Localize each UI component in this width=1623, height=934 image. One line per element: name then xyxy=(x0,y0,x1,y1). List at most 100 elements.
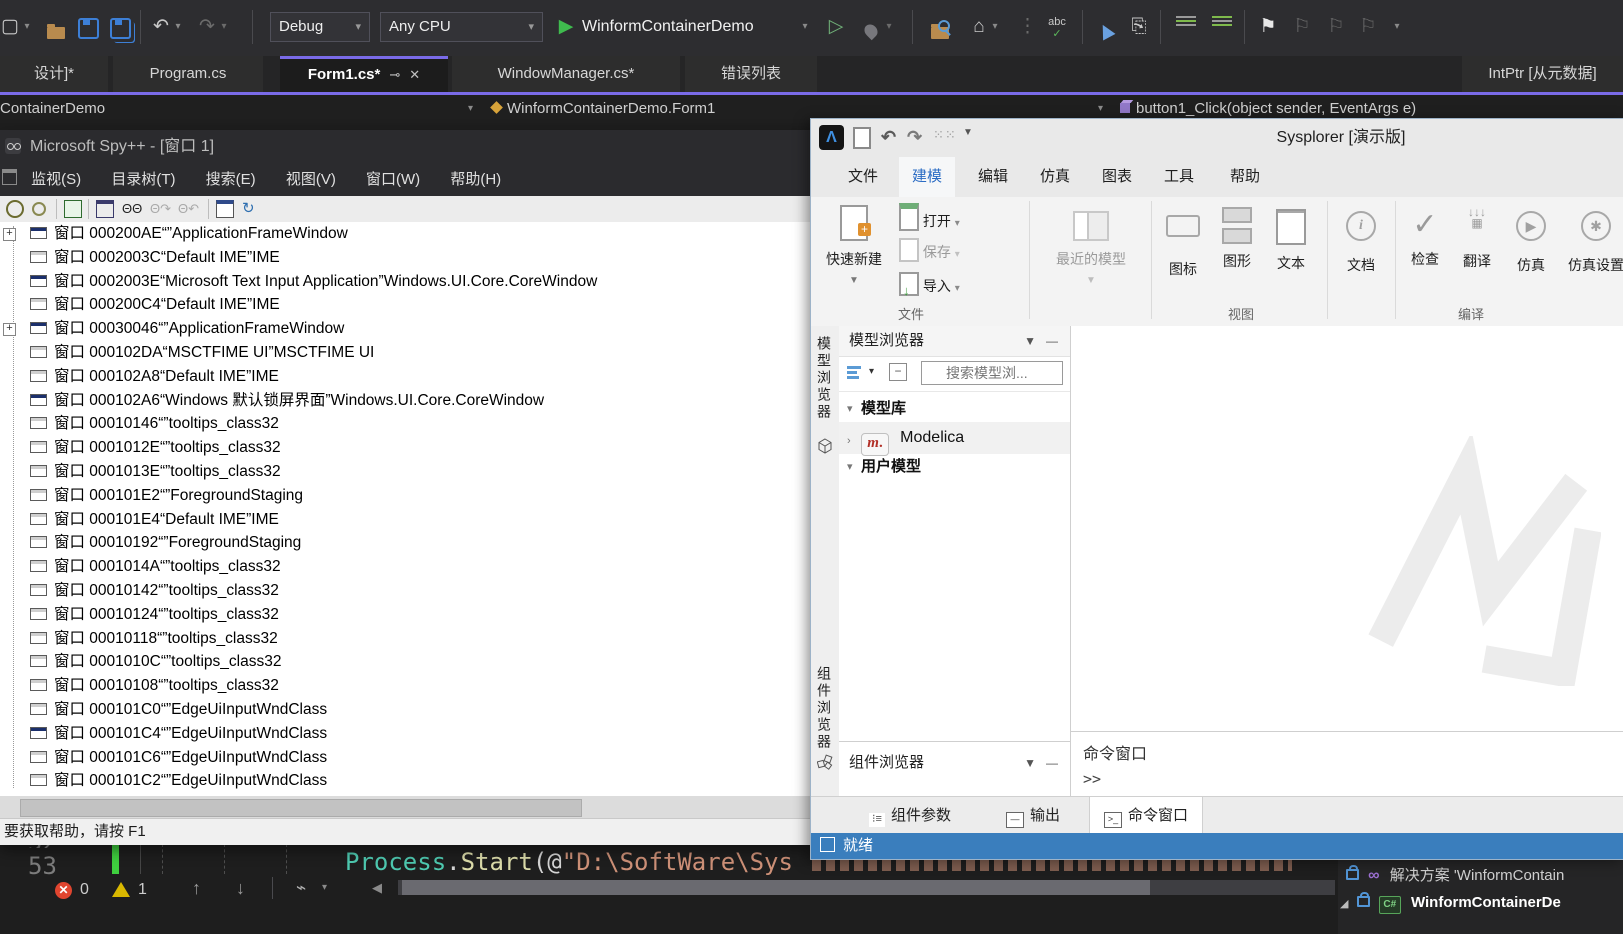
tree-row[interactable]: 窗口 000102A6“Windows 默认锁屏界面”Windows.UI.Co… xyxy=(0,389,810,413)
spy-hscroll-thumb[interactable] xyxy=(20,799,582,817)
tree-row[interactable]: 窗口 0001010C“”tooltips_class32 xyxy=(0,650,810,674)
run-target-dropdown-icon[interactable]: ▾ xyxy=(800,14,810,40)
prev-error-icon[interactable]: ↑ xyxy=(192,878,201,899)
bookmarks-dropdown-icon[interactable]: ▾ xyxy=(1392,14,1402,40)
command-window-panel[interactable]: 命令窗口 >> xyxy=(1071,731,1623,796)
tab-windowmanager-cs[interactable]: WindowManager.cs* xyxy=(452,56,680,92)
breadcrumb-project-dropdown-icon[interactable]: ▾ xyxy=(468,99,473,119)
tree-row[interactable]: 窗口 000101C6“”EdgeUiInputWndClass xyxy=(0,746,810,770)
tab-designer[interactable]: 设计]* xyxy=(0,56,108,92)
menu-tree[interactable]: 目录树(T) xyxy=(111,171,175,188)
toggle-bookmark-icon[interactable]: ⚑ xyxy=(1258,14,1278,40)
next-error-icon[interactable]: ↓ xyxy=(236,878,245,899)
documentation-button[interactable]: i 文档 xyxy=(1335,201,1387,275)
new-model-icon[interactable] xyxy=(853,127,871,154)
tab-component-parameters[interactable]: ⁝≡组件参数 xyxy=(869,797,951,834)
collapse-all-icon[interactable]: − xyxy=(889,363,907,381)
menu-monitor[interactable]: 监视(S) xyxy=(31,171,81,188)
tree-row[interactable]: 窗口 000101E2“”ForegroundStaging xyxy=(0,484,810,508)
panel-dropdown-icon[interactable]: ▼ xyxy=(1024,748,1036,778)
tree-row[interactable]: 窗口 00010146“”tooltips_class32 xyxy=(0,412,810,436)
hot-reload-icon[interactable] xyxy=(862,14,880,40)
tree-layout-dropdown-icon[interactable]: ▾ xyxy=(869,366,874,377)
clear-bookmarks-icon[interactable]: ⚐ xyxy=(1358,14,1378,40)
simulate-button[interactable]: ▶ 仿真 xyxy=(1507,201,1555,275)
tab-program-cs[interactable]: Program.cs xyxy=(113,56,263,92)
selection-pointer-icon[interactable] xyxy=(1094,14,1118,40)
tab-error-list[interactable]: 错误列表 xyxy=(685,56,817,92)
qat-dropdown-icon[interactable]: ▼ xyxy=(963,127,973,138)
menu-search[interactable]: 搜索(E) xyxy=(206,171,256,188)
redo-icon[interactable]: ↷ xyxy=(196,14,218,40)
cleanup-dropdown-icon[interactable]: ▾ xyxy=(322,882,327,893)
command-prompt[interactable]: >> xyxy=(1071,764,1623,788)
tree-row[interactable]: 窗口 0001014A“”tooltips_class32 xyxy=(0,555,810,579)
tab-tools[interactable]: 工具 xyxy=(1155,157,1203,197)
spell-check-icon[interactable]: abc✓ xyxy=(1042,14,1072,42)
scroll-left-icon[interactable]: ◀ xyxy=(372,880,382,896)
undo-icon[interactable]: ↶ xyxy=(150,14,172,40)
tree-row[interactable]: +窗口 00030046“”ApplicationFrameWindow xyxy=(0,317,810,341)
tree-section-user-models[interactable]: ▾用户模型 xyxy=(839,454,1070,480)
open-folder-icon[interactable] xyxy=(44,14,68,40)
grid-icon[interactable]: ⁙⁙ xyxy=(933,127,957,143)
indent-decrease-icon[interactable] xyxy=(1176,14,1196,40)
tab-simulation[interactable]: 仿真 xyxy=(1031,157,1079,197)
save-all-icon[interactable] xyxy=(108,14,132,40)
spy-horizontal-scrollbar[interactable] xyxy=(0,796,810,818)
tree-item-modelica[interactable]: › m. Modelica xyxy=(839,422,1070,454)
hot-reload-dropdown-icon[interactable]: ▾ xyxy=(884,14,894,40)
collapse-caret-icon[interactable]: ▾ xyxy=(847,396,853,422)
check-button[interactable]: ✓ 检查 xyxy=(1401,201,1449,269)
code-line[interactable]: Process.Start(@"D:\SoftWare\Sys xyxy=(345,848,793,876)
tree-row[interactable]: 窗口 0002003E“Microsoft Text Input Applica… xyxy=(0,270,810,294)
tree-row[interactable]: 窗口 0001013E“”tooltips_class32 xyxy=(0,460,810,484)
panel-dropdown-icon[interactable]: ▼ xyxy=(1024,326,1036,356)
warnings-badge[interactable] xyxy=(112,882,130,902)
tab-chart[interactable]: 图表 xyxy=(1093,157,1141,197)
errors-badge[interactable]: ✕ xyxy=(55,881,72,899)
cleanup-broom-icon[interactable]: ⌁ xyxy=(296,878,306,898)
expander-plus-icon[interactable]: + xyxy=(3,228,16,241)
tab-intptr-metadata[interactable]: IntPtr [从元数据] xyxy=(1462,56,1623,92)
indent-increase-icon[interactable] xyxy=(1212,14,1232,40)
menu-help[interactable]: 帮助(H) xyxy=(450,171,501,188)
tab-output[interactable]: —输出 xyxy=(1006,797,1060,834)
start-debug-icon[interactable]: ▶ xyxy=(556,14,576,40)
new-dropdown-icon[interactable]: ▾ xyxy=(22,14,32,40)
breadcrumb-type[interactable]: WinformContainerDemo.Form1 xyxy=(492,99,715,119)
tree-row[interactable]: 窗口 0001012E“”tooltips_class32 xyxy=(0,436,810,460)
panel-minimize-icon[interactable]: — xyxy=(1046,326,1058,356)
find-prev-icon[interactable]: Θ↶ xyxy=(178,200,196,218)
recent-models-button[interactable]: 最近的模型▼ xyxy=(1037,201,1145,286)
windows-tree-icon[interactable] xyxy=(64,200,82,218)
tree-row[interactable]: 窗口 000102DA“MSCTFIME UI”MSCTFIME UI xyxy=(0,341,810,365)
prev-bookmark-icon[interactable]: ⚐ xyxy=(1292,14,1312,40)
tree-row[interactable]: 窗口 000102A8“Default IME”IME xyxy=(0,365,810,389)
project-row[interactable]: ◢ C# WinformContainerDe xyxy=(1340,894,1561,914)
breadcrumb-project[interactable]: ContainerDemo xyxy=(0,99,105,119)
horizontal-scrollbar-track[interactable] xyxy=(398,880,1335,895)
tree-row[interactable]: 窗口 000200C4“Default IME”IME xyxy=(0,293,810,317)
tree-row[interactable]: 窗口 000101C0“”EdgeUiInputWndClass xyxy=(0,698,810,722)
find-next-icon[interactable]: Θ↷ xyxy=(150,200,168,218)
tab-help[interactable]: 帮助 xyxy=(1221,157,1269,197)
menu-view[interactable]: 视图(V) xyxy=(286,171,336,188)
solution-platform-select[interactable]: Any CPU▾ xyxy=(380,12,543,42)
solution-configuration-select[interactable]: Debug▾ xyxy=(270,12,370,42)
tab-command-window[interactable]: >_命令窗口 xyxy=(1089,797,1203,834)
tab-file[interactable]: 文件 xyxy=(839,157,887,197)
solution-row[interactable]: ∞ 解决方案 'WinformContain xyxy=(1346,864,1564,885)
next-bookmark-icon[interactable]: ⚐ xyxy=(1326,14,1346,40)
tree-row[interactable]: +窗口 000200AE“”ApplicationFrameWindow xyxy=(0,222,810,246)
diagram-canvas[interactable] xyxy=(1071,326,1623,731)
solution-explorer-icon[interactable]: ⌂ xyxy=(968,14,990,40)
tree-row[interactable]: 窗口 00010192“”ForegroundStaging xyxy=(0,531,810,555)
expander-plus-icon[interactable]: + xyxy=(3,323,16,336)
properties-icon[interactable] xyxy=(216,200,234,218)
pin-tab-icon[interactable]: ⊸ xyxy=(389,67,400,82)
save-icon[interactable] xyxy=(76,14,100,40)
tree-row[interactable]: 窗口 00010124“”tooltips_class32 xyxy=(0,603,810,627)
horizontal-scrollbar-thumb[interactable] xyxy=(402,880,1150,895)
spy-titlebar[interactable]: Microsoft Spy++ - [窗口 1] xyxy=(0,130,810,163)
